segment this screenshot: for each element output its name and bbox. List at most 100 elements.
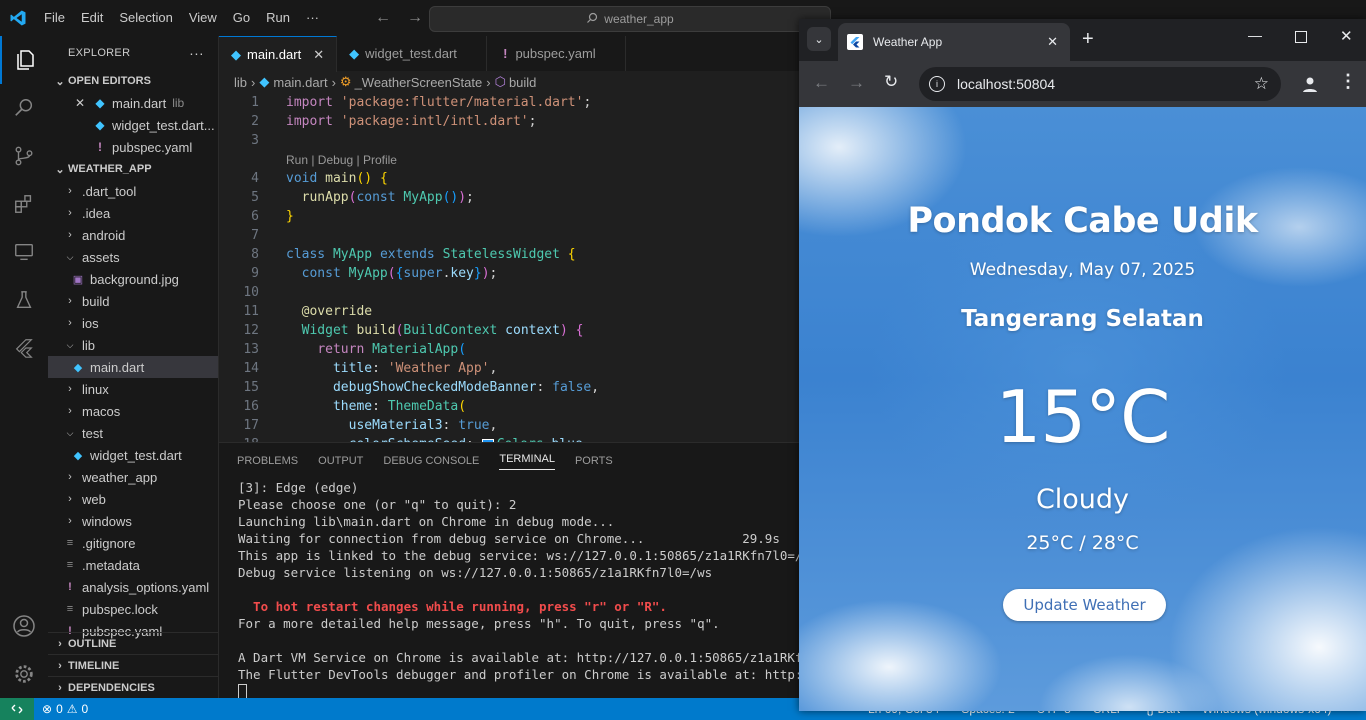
close-icon[interactable]: ✕	[72, 96, 88, 110]
tree-item-test[interactable]: ⌵ test	[48, 422, 218, 444]
tree-item-weather-app[interactable]: › weather_app	[48, 466, 218, 488]
tab-debug-console[interactable]: DEBUG CONSOLE	[373, 443, 489, 479]
remote-explorer-icon[interactable]	[0, 228, 48, 276]
tree-item-analysis-options-yaml[interactable]: ! analysis_options.yaml	[48, 576, 218, 598]
search-icon[interactable]	[0, 84, 48, 132]
tab-main-dart[interactable]: ◆ main.dart ✕	[219, 36, 338, 72]
extensions-icon[interactable]	[0, 180, 48, 228]
forward-arrow-icon[interactable]: →	[848, 73, 865, 93]
address-bar[interactable]: i localhost:50804 ☆	[919, 67, 1281, 101]
tree-item-ios[interactable]: › ios	[48, 312, 218, 334]
tree-item-android[interactable]: › android	[48, 224, 218, 246]
back-arrow-icon[interactable]: ←	[813, 73, 830, 93]
profile-avatar-icon[interactable]	[1301, 75, 1319, 93]
tree-item-gitignore[interactable]: ≡ .gitignore	[48, 532, 218, 554]
chevron-right-icon: ›	[68, 405, 72, 417]
site-info-icon[interactable]: i	[929, 76, 945, 92]
code-line: 18 colorSchemeSeed: Colors.blue,	[219, 435, 799, 442]
open-editor-main-dart[interactable]: ✕ ◆ main.dart lib	[48, 92, 218, 114]
outline-section[interactable]: › OUTLINE	[48, 632, 218, 655]
tree-item-label: .metadata	[82, 557, 140, 573]
tree-item-lib[interactable]: ⌵ lib	[48, 334, 218, 356]
bookmark-star-icon[interactable]: ☆	[1254, 74, 1269, 94]
tree-item-main-dart[interactable]: ◆ main.dart	[48, 356, 218, 378]
tab-terminal[interactable]: TERMINAL	[489, 443, 565, 479]
chrome-menu-icon[interactable]: ⋮	[1339, 71, 1357, 92]
account-icon[interactable]	[0, 602, 48, 650]
tab-ports[interactable]: PORTS	[565, 443, 623, 479]
open-editors-header[interactable]: ⌄ OPEN EDITORS	[48, 70, 218, 92]
explorer-icon[interactable]	[0, 36, 50, 84]
tab-pubspec[interactable]: ! pubspec.yaml	[487, 36, 627, 71]
maximize-icon[interactable]	[1295, 31, 1307, 43]
menu-edit[interactable]: Edit	[73, 0, 111, 36]
chrome-window: ⌄ Weather App ✕ + — ✕ ← → ↻ i localhost:…	[799, 19, 1366, 711]
menu-selection[interactable]: Selection	[111, 0, 180, 36]
tree-item-dart-tool[interactable]: › .dart_tool	[48, 180, 218, 202]
tree-item-background-jpg[interactable]: ▣ background.jpg	[48, 268, 218, 290]
update-weather-button[interactable]: Update Weather	[1003, 589, 1166, 621]
menu-more[interactable]: ···	[298, 0, 327, 36]
close-window-icon[interactable]: ✕	[1340, 27, 1353, 45]
menu-file[interactable]: File	[36, 0, 73, 36]
terminal-line: For a more detailed help message, press …	[238, 616, 720, 631]
source-control-icon[interactable]	[0, 132, 48, 180]
tree-item-label: .dart_tool	[82, 183, 137, 199]
terminal-output[interactable]: [3]: Edge (edge) Please choose one (or "…	[219, 479, 799, 699]
codelens-run-debug[interactable]: Run | Debug | Profile	[219, 150, 799, 169]
chrome-tab-weather-app[interactable]: Weather App ✕	[838, 23, 1070, 61]
remote-indicator-icon[interactable]	[0, 698, 34, 720]
tree-item-widget-test-dart[interactable]: ◆ widget_test.dart	[48, 444, 218, 466]
tree-item-windows[interactable]: › windows	[48, 510, 218, 532]
tree-item-web[interactable]: › web	[48, 488, 218, 510]
dart-file-icon: ◆	[259, 74, 270, 89]
project-header[interactable]: ⌄ WEATHER_APP	[48, 158, 218, 180]
problems-status[interactable]: ⊗ 0 ⚠ 0	[42, 702, 88, 716]
command-center-search[interactable]: weather_app	[429, 6, 831, 32]
menu-view[interactable]: View	[181, 0, 225, 36]
tree-item-metadata[interactable]: ≡ .metadata	[48, 554, 218, 576]
settings-gear-icon[interactable]	[0, 650, 48, 698]
menu-run[interactable]: Run	[258, 0, 298, 36]
tree-item-macos[interactable]: › macos	[48, 400, 218, 422]
back-arrow-icon[interactable]: ←	[367, 9, 399, 27]
breadcrumb-class[interactable]: _WeatherScreenState	[355, 75, 483, 90]
open-editor-widget-test[interactable]: ◆ widget_test.dart...	[48, 114, 218, 136]
file-icon: ≡	[66, 537, 74, 549]
breadcrumb-file[interactable]: main.dart	[273, 75, 327, 90]
tree-item-build[interactable]: › build	[48, 290, 218, 312]
breadcrumb-folder[interactable]: lib	[234, 75, 247, 90]
tree-item-linux[interactable]: › linux	[48, 378, 218, 400]
dart-file-icon: ◆	[349, 45, 360, 61]
new-tab-plus-icon[interactable]: +	[1082, 29, 1094, 49]
tree-item-pubspec-lock[interactable]: ≡ pubspec.lock	[48, 598, 218, 620]
temperature-range: 25°C / 28°C	[1026, 532, 1139, 554]
menu-go[interactable]: Go	[225, 0, 258, 36]
open-editor-pubspec[interactable]: ! pubspec.yaml	[48, 136, 218, 158]
tab-search-chevron-icon[interactable]: ⌄	[807, 27, 831, 51]
chevron-down-icon: ⌵	[66, 339, 74, 350]
testing-flask-icon[interactable]	[0, 276, 48, 324]
chevron-right-icon: ›	[68, 229, 72, 241]
chevron-right-icon: ›	[68, 207, 72, 219]
vscode-logo-icon	[0, 0, 36, 36]
reload-icon[interactable]: ↻	[884, 72, 898, 92]
tree-item-assets[interactable]: ⌵ assets	[48, 246, 218, 268]
tree-item-idea[interactable]: › .idea	[48, 202, 218, 224]
breadcrumb-method[interactable]: build	[509, 75, 536, 90]
more-actions-icon[interactable]: ···	[189, 45, 204, 61]
minimize-icon[interactable]: —	[1248, 27, 1262, 43]
code-editor[interactable]: 1 import 'package:flutter/material.dart';…	[219, 93, 799, 442]
timeline-section[interactable]: › TIMELINE	[48, 654, 218, 677]
code-line: 4 void main() {	[251, 171, 388, 186]
explorer-title-bar: EXPLORER ···	[48, 36, 218, 70]
tab-output[interactable]: OUTPUT	[308, 443, 373, 479]
tab-widget-test[interactable]: ◆ widget_test.dart	[337, 36, 488, 71]
forward-arrow-icon[interactable]: →	[399, 9, 431, 27]
chevron-right-icon: ›	[251, 74, 256, 90]
flutter-icon[interactable]	[0, 324, 48, 372]
close-tab-icon[interactable]: ✕	[313, 47, 324, 63]
tab-problems[interactable]: PROBLEMS	[227, 443, 308, 479]
dependencies-section[interactable]: › DEPENDENCIES	[48, 676, 218, 698]
close-tab-icon[interactable]: ✕	[1047, 34, 1058, 50]
